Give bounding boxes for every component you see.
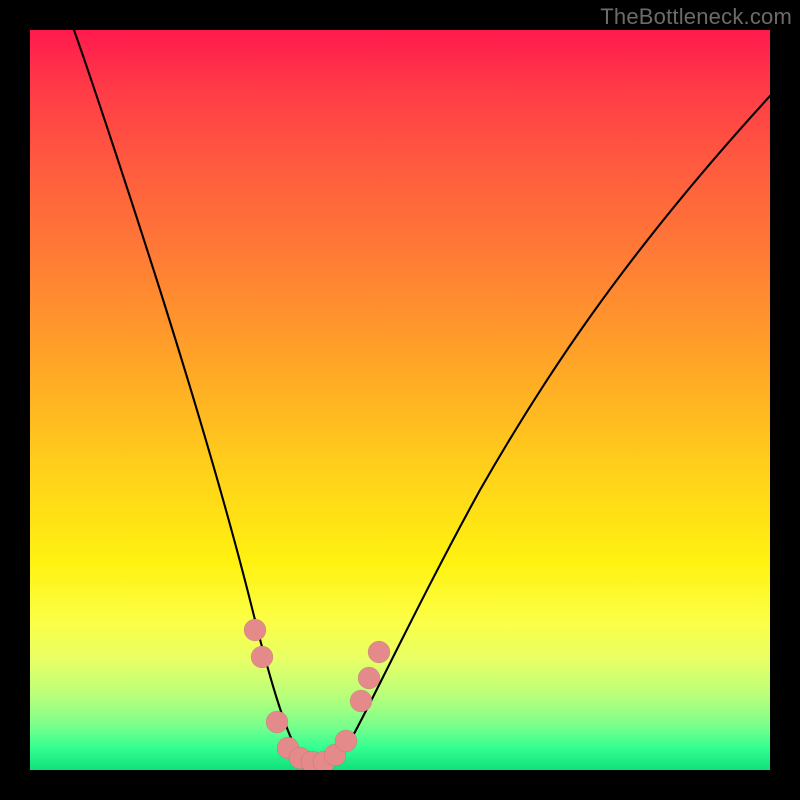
- marker-dot: [266, 711, 288, 733]
- watermark-text: TheBottleneck.com: [600, 4, 792, 30]
- chart-frame: TheBottleneck.com: [0, 0, 800, 800]
- marker-dot: [358, 667, 380, 689]
- marker-dot: [368, 641, 390, 663]
- marker-dot: [350, 690, 372, 712]
- marker-dot: [251, 646, 273, 668]
- marker-dot: [244, 619, 266, 641]
- plot-area: [30, 30, 770, 770]
- curve-markers: [244, 619, 390, 770]
- bottleneck-curve: [74, 30, 770, 766]
- chart-svg: [30, 30, 770, 770]
- marker-dot: [335, 730, 357, 752]
